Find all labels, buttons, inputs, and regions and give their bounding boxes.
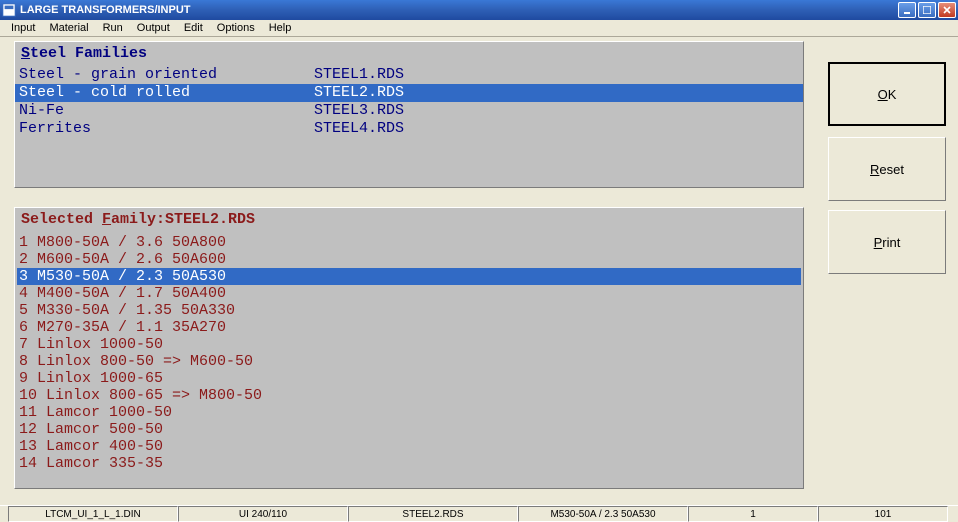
families-row-file: STEEL1.RDS <box>314 66 404 84</box>
close-icon <box>943 6 951 14</box>
selected-family-header-hotkey: F <box>102 211 111 228</box>
families-row[interactable]: Ni-FeSTEEL3.RDS <box>15 102 803 120</box>
menu-run[interactable]: Run <box>96 21 130 35</box>
material-row[interactable]: 4 M400-50A / 1.7 50A400 <box>17 285 801 302</box>
selected-family-scroll-area[interactable]: 1 M800-50A / 3.6 50A8002 M600-50A / 2.6 … <box>17 234 801 486</box>
steel-families-header-rest: teel Families <box>30 45 147 62</box>
menu-material[interactable]: Material <box>42 21 95 35</box>
maximize-button[interactable] <box>918 2 936 18</box>
families-row-file: STEEL2.RDS <box>314 84 404 102</box>
menu-input[interactable]: Input <box>4 21 42 35</box>
print-button-rest: rint <box>882 235 900 250</box>
material-row[interactable]: 10 Linlox 800-65 => M800-50 <box>17 387 801 404</box>
material-row[interactable]: 13 Lamcor 400-50 <box>17 438 801 455</box>
families-row-name: Ni-Fe <box>19 102 314 120</box>
status-cell-2: STEEL2.RDS <box>348 506 518 522</box>
material-row[interactable]: 14 Lamcor 335-35 <box>17 455 801 472</box>
reset-button-hotkey: R <box>870 162 879 177</box>
ok-button-rest: K <box>888 87 897 102</box>
selected-family-header-rest: amily: <box>111 211 165 228</box>
menu-help[interactable]: Help <box>262 21 299 35</box>
status-bar: LTCM_UI_1_L_1.DINUI 240/110STEEL2.RDSM53… <box>0 505 958 522</box>
material-row[interactable]: 11 Lamcor 1000-50 <box>17 404 801 421</box>
print-button[interactable]: Print <box>828 210 946 274</box>
status-cell-3: M530-50A / 2.3 50A530 <box>518 506 688 522</box>
steel-families-list[interactable]: Steel - grain orientedSTEEL1.RDSSteel - … <box>15 66 803 138</box>
client-area: Steel Families Steel - grain orientedSTE… <box>0 37 958 505</box>
maximize-icon <box>923 6 931 14</box>
status-cell-4: 1 <box>688 506 818 522</box>
menu-bar: InputMaterialRunOutputEditOptionsHelp <box>0 20 958 37</box>
material-row[interactable]: 8 Linlox 800-50 => M600-50 <box>17 353 801 370</box>
menu-options[interactable]: Options <box>210 21 262 35</box>
selected-family-header-file: STEEL2.RDS <box>165 211 255 228</box>
print-button-hotkey: P <box>874 235 883 250</box>
reset-button[interactable]: Reset <box>828 137 946 201</box>
selected-family-panel: Selected Family:STEEL2.RDS 1 M800-50A / … <box>14 207 804 489</box>
status-cell-5: 101 <box>818 506 948 522</box>
families-row[interactable]: Steel - grain orientedSTEEL1.RDS <box>15 66 803 84</box>
menu-edit[interactable]: Edit <box>177 21 210 35</box>
material-row[interactable]: 3 M530-50A / 2.3 50A530 <box>17 268 801 285</box>
families-row[interactable]: Steel - cold rolledSTEEL2.RDS <box>15 84 803 102</box>
minimize-icon <box>903 6 911 14</box>
families-row-name: Steel - grain oriented <box>19 66 314 84</box>
selected-family-list[interactable]: 1 M800-50A / 3.6 50A8002 M600-50A / 2.6 … <box>17 234 801 472</box>
ok-button[interactable]: OK <box>828 62 946 126</box>
families-row-file: STEEL4.RDS <box>314 120 404 138</box>
material-row[interactable]: 9 Linlox 1000-65 <box>17 370 801 387</box>
status-cell-0: LTCM_UI_1_L_1.DIN <box>8 506 178 522</box>
status-cell-1: UI 240/110 <box>178 506 348 522</box>
steel-families-panel: Steel Families Steel - grain orientedSTE… <box>14 41 804 188</box>
title-bar: LARGE TRANSFORMERS/INPUT <box>0 0 958 20</box>
minimize-button[interactable] <box>898 2 916 18</box>
material-row[interactable]: 5 M330-50A / 1.35 50A330 <box>17 302 801 319</box>
menu-output[interactable]: Output <box>130 21 177 35</box>
steel-families-header-hotkey: S <box>21 45 30 62</box>
ok-button-hotkey: O <box>878 87 888 102</box>
selected-family-header-label: Selected <box>21 211 102 228</box>
selected-family-header: Selected Family:STEEL2.RDS <box>15 208 803 232</box>
steel-families-header: Steel Families <box>15 42 803 66</box>
app-icon <box>2 3 16 17</box>
families-row[interactable]: FerritesSTEEL4.RDS <box>15 120 803 138</box>
reset-button-rest: eset <box>879 162 904 177</box>
close-button[interactable] <box>938 2 956 18</box>
material-row[interactable]: 2 M600-50A / 2.6 50A600 <box>17 251 801 268</box>
material-row[interactable]: 6 M270-35A / 1.1 35A270 <box>17 319 801 336</box>
families-row-name: Steel - cold rolled <box>19 84 314 102</box>
families-row-file: STEEL3.RDS <box>314 102 404 120</box>
material-row[interactable]: 7 Linlox 1000-50 <box>17 336 801 353</box>
window-title: LARGE TRANSFORMERS/INPUT <box>20 4 898 16</box>
families-row-name: Ferrites <box>19 120 314 138</box>
material-row[interactable]: 1 M800-50A / 3.6 50A800 <box>17 234 801 251</box>
material-row[interactable]: 12 Lamcor 500-50 <box>17 421 801 438</box>
